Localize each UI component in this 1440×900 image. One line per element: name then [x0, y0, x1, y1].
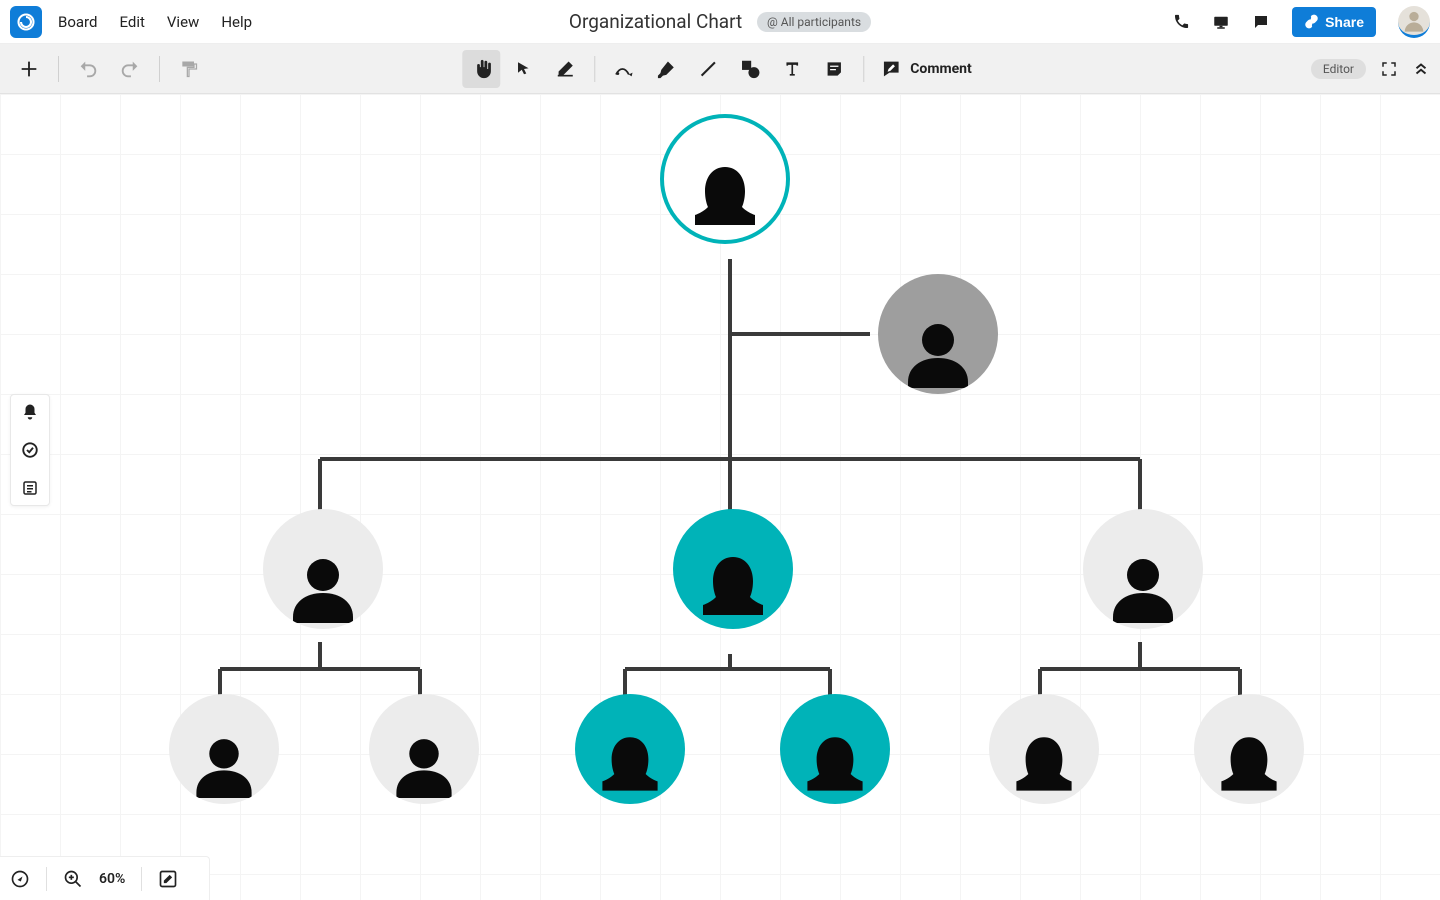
role-pill[interactable]: Editor — [1311, 59, 1366, 79]
menu-view[interactable]: View — [167, 13, 199, 31]
person-male-icon — [1093, 541, 1193, 629]
eraser-icon — [555, 59, 575, 79]
add-button[interactable] — [10, 50, 48, 88]
share-button[interactable]: Share — [1292, 7, 1376, 37]
marker-icon — [656, 59, 676, 79]
person-female-icon — [789, 722, 881, 804]
sticky-note-icon — [824, 59, 844, 79]
chevrons-up-icon — [1412, 60, 1430, 78]
hand-tool[interactable] — [462, 50, 500, 88]
org-node-g2[interactable] — [360, 694, 487, 824]
avatar-icon — [1400, 6, 1428, 34]
bell-icon — [21, 403, 39, 421]
edit-icon — [158, 869, 178, 889]
zoom-level[interactable]: 60% — [99, 871, 125, 887]
plus-icon — [18, 58, 40, 80]
org-node-g4[interactable] — [770, 694, 900, 832]
redo-icon — [119, 58, 141, 80]
link-icon — [1304, 14, 1319, 29]
pen-tool[interactable] — [605, 50, 643, 88]
org-node-g5[interactable] — [980, 694, 1107, 824]
redo-button[interactable] — [111, 50, 149, 88]
collapse-button[interactable] — [1412, 60, 1430, 78]
document-title[interactable]: Organizational Chart — [569, 10, 742, 33]
note-tool[interactable] — [815, 50, 853, 88]
check-circle-icon — [21, 441, 39, 459]
list-icon — [21, 479, 39, 497]
paint-roller-icon — [179, 59, 199, 79]
comment-tool[interactable]: Comment — [874, 58, 977, 80]
notifications-button[interactable] — [21, 403, 39, 421]
org-node-root[interactable]: [NAME / ROLE] — [655, 114, 795, 264]
zoom-button[interactable] — [63, 869, 83, 889]
person-female-icon — [683, 541, 783, 629]
comment-label: Comment — [910, 61, 971, 77]
pen-icon — [613, 58, 635, 80]
line-tool[interactable] — [689, 50, 727, 88]
app-logo[interactable] — [10, 6, 42, 38]
org-node-g1[interactable] — [160, 694, 287, 824]
participants-pill[interactable]: @ All participants — [757, 12, 871, 32]
zoom-in-icon — [63, 869, 83, 889]
spiral-icon — [16, 12, 36, 32]
pointer-tool[interactable] — [504, 50, 542, 88]
phone-icon[interactable] — [1173, 13, 1190, 30]
person-male-icon — [178, 722, 270, 804]
compass-icon — [10, 869, 30, 889]
separator — [594, 56, 595, 82]
fullscreen-button[interactable] — [1380, 60, 1398, 78]
person-male-icon — [273, 541, 373, 629]
edit-button[interactable] — [158, 869, 178, 889]
user-avatar[interactable] — [1398, 6, 1430, 38]
format-painter-button[interactable] — [170, 50, 208, 88]
pointer-icon — [514, 60, 532, 78]
org-node-g3[interactable] — [565, 694, 695, 832]
canvas[interactable]: [NAME / ROLE] — [0, 94, 1440, 900]
menu-edit[interactable]: Edit — [119, 13, 144, 31]
org-node-g6[interactable] — [1185, 694, 1312, 824]
org-node-c2[interactable] — [665, 509, 800, 657]
person-female-icon — [998, 722, 1090, 804]
menubar: Board Edit View Help Organizational Char… — [0, 0, 1440, 44]
line-icon — [698, 59, 718, 79]
person-female-icon — [584, 722, 676, 804]
separator — [58, 56, 59, 82]
shape-tool[interactable] — [731, 50, 769, 88]
menu-board[interactable]: Board — [58, 13, 97, 31]
separator — [46, 867, 47, 891]
person-female-icon — [675, 150, 775, 240]
org-node-c3[interactable] — [1075, 509, 1210, 649]
separator — [863, 56, 864, 82]
list-button[interactable] — [21, 479, 39, 497]
undo-icon — [77, 58, 99, 80]
presentation-icon[interactable] — [1212, 13, 1230, 31]
undo-button[interactable] — [69, 50, 107, 88]
org-node-c1[interactable] — [255, 509, 390, 649]
person-male-icon — [378, 722, 470, 804]
marker-tool[interactable] — [647, 50, 685, 88]
text-icon — [782, 59, 802, 79]
bottom-bar: 60% — [0, 856, 210, 900]
separator — [159, 56, 160, 82]
chat-icon[interactable] — [1252, 13, 1270, 31]
person-male-icon — [888, 306, 988, 394]
hand-icon — [470, 58, 492, 80]
shape-icon — [739, 58, 761, 80]
comment-icon — [880, 58, 902, 80]
fullscreen-icon — [1380, 60, 1398, 78]
text-tool[interactable] — [773, 50, 811, 88]
side-rail — [10, 394, 50, 506]
tasks-button[interactable] — [21, 441, 39, 459]
toolbar-center: Comment — [462, 50, 977, 88]
org-node-aside[interactable] — [870, 274, 1005, 414]
navigator-button[interactable] — [10, 869, 30, 889]
share-label: Share — [1325, 14, 1364, 30]
eraser-tool[interactable] — [546, 50, 584, 88]
menu-help[interactable]: Help — [221, 13, 252, 31]
person-female-icon — [1203, 722, 1295, 804]
toolbar: Comment Editor — [0, 44, 1440, 94]
separator — [141, 867, 142, 891]
